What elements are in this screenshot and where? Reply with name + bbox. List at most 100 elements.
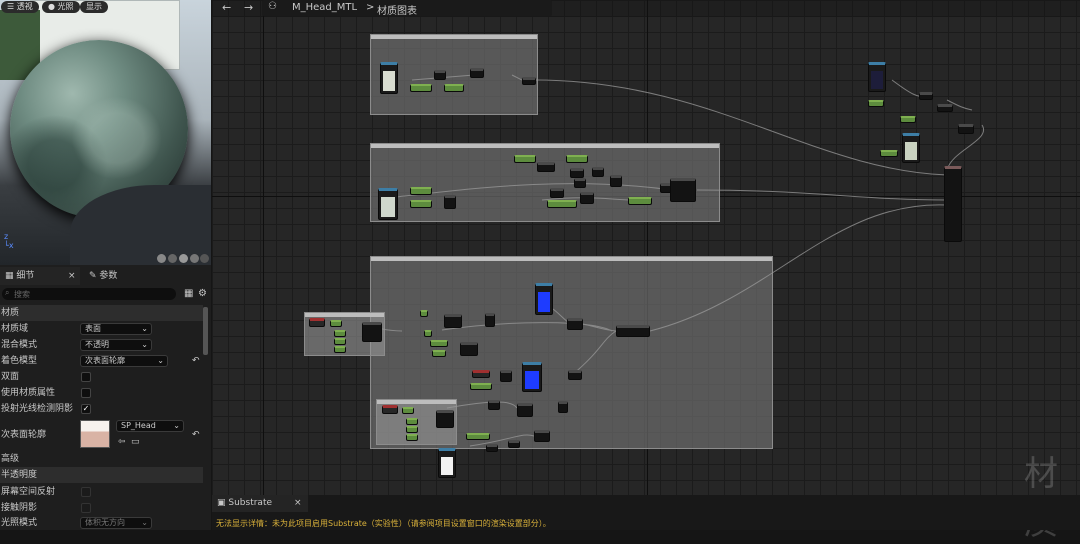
parameter-node[interactable] [900,116,916,123]
graph-node[interactable] [500,370,512,382]
tab-parameters[interactable]: ✎ 参数 [84,267,164,285]
contact-shadows-checkbox[interactable] [81,503,91,513]
graph-node[interactable] [436,410,454,428]
show-button[interactable]: 显示 [80,1,108,13]
close-icon[interactable]: × [68,267,76,285]
parameter-node[interactable] [330,320,342,327]
graph-node[interactable] [537,162,555,172]
graph-node[interactable] [567,318,583,330]
graph-node[interactable] [580,192,594,204]
graph-node[interactable] [522,77,536,85]
parameter-node[interactable] [466,433,490,440]
parameter-node[interactable] [334,338,346,345]
parameter-node[interactable] [410,84,432,92]
graph-node[interactable] [534,430,550,442]
shading-model-dropdown[interactable]: 次表面轮廓 ⌄ [80,355,168,367]
parameter-node[interactable] [420,310,428,317]
graph-node[interactable] [958,124,974,134]
screen-space-reflections-checkbox[interactable] [81,487,91,497]
texture-sample-node[interactable] [438,448,456,478]
parameter-node[interactable] [880,150,898,157]
graph-node[interactable] [517,403,533,417]
parameter-node[interactable] [334,330,346,337]
graph-node[interactable] [309,318,325,327]
parameter-node[interactable] [566,155,588,163]
parameter-node[interactable] [406,434,418,441]
reset-icon[interactable]: ↶ [192,353,200,369]
preview-shape-sphere-icon[interactable] [157,254,166,263]
texture-sample-node[interactable] [868,62,886,92]
graph-node[interactable] [670,178,696,202]
parameter-node[interactable] [868,100,884,107]
lighting-button[interactable]: ● 光照 [42,1,80,13]
material-domain-dropdown[interactable]: 表面 ⌄ [80,323,152,335]
graph-node[interactable] [610,175,622,187]
graph-node[interactable] [485,313,495,327]
gear-icon[interactable]: ⚙ [198,288,207,299]
graph-node[interactable] [508,440,520,448]
graph-node[interactable] [488,400,500,410]
reset-icon[interactable]: ↶ [192,427,200,443]
graph-node[interactable] [434,70,446,80]
grid-view-icon[interactable]: ▦ [184,288,193,299]
texture-sample-node[interactable] [380,62,398,94]
section-translucency[interactable]: 半透明度 [0,467,203,483]
parameter-node[interactable] [470,383,492,390]
parameter-node[interactable] [424,330,432,337]
graph-node[interactable] [919,92,933,100]
graph-node[interactable] [570,168,584,178]
graph-node[interactable] [444,314,462,328]
preview-shape-cube-icon[interactable] [190,254,199,263]
forward-arrow-icon[interactable]: → [244,1,253,14]
browse-icon[interactable]: ▭ [131,434,140,450]
subsurface-profile-dropdown[interactable]: SP_Head ⌄ [116,420,184,432]
back-arrow-icon[interactable]: ← [222,1,231,14]
close-icon[interactable]: × [294,495,302,512]
cast-raytraced-shadows-checkbox[interactable]: ✓ [81,404,91,414]
texture-sample-node[interactable] [535,283,553,315]
graph-node[interactable] [362,322,382,342]
parameter-node[interactable] [406,418,418,425]
tab-substrate[interactable]: ▣ Substrate × [212,495,308,512]
graph-node[interactable] [550,188,564,198]
material-preview-viewport[interactable]: ☰ 透视 ● 光照 显示 z └x [0,0,211,265]
graph-node[interactable] [592,167,604,177]
view-mode-button[interactable]: ☰ 透视 [1,1,39,13]
preview-shape-mesh-icon[interactable] [200,254,209,263]
scrollbar[interactable] [203,307,208,355]
parameter-node[interactable] [432,350,446,357]
parameter-node[interactable] [514,155,536,163]
preview-shape-cylinder-icon[interactable] [168,254,177,263]
graph-node[interactable] [558,401,568,413]
material-output-node[interactable] [944,166,962,242]
graph-node[interactable] [486,444,498,452]
graph-node[interactable] [470,68,484,78]
parameter-node[interactable] [406,426,418,433]
material-graph-canvas[interactable]: ← → ⚇ M_Head_MTL > 材质图表 [212,0,1080,495]
parameter-node[interactable] [402,407,414,414]
parameter-node[interactable] [410,187,432,195]
texture-sample-node[interactable] [522,362,542,392]
graph-node[interactable] [460,342,478,356]
texture-sample-node[interactable] [902,133,920,163]
use-material-attributes-checkbox[interactable] [81,388,91,398]
graph-node[interactable] [382,405,398,414]
parameter-node[interactable] [547,200,577,208]
graph-node[interactable] [616,325,650,337]
use-selected-icon[interactable]: ⇦ [118,434,126,450]
parameter-node[interactable] [444,84,464,92]
parameter-node[interactable] [334,346,346,353]
parameter-node[interactable] [430,340,448,347]
two-sided-checkbox[interactable] [81,372,91,382]
graph-node[interactable] [472,370,490,378]
asset-name[interactable]: M_Head_MTL [292,2,357,13]
blend-mode-dropdown[interactable]: 不透明 ⌄ [80,339,152,351]
preview-shape-plane-icon[interactable] [179,254,188,263]
parameter-node[interactable] [628,197,652,205]
graph-node[interactable] [444,195,456,209]
texture-sample-node[interactable] [378,188,398,220]
section-advanced[interactable]: 高级 [0,451,203,467]
lighting-mode-dropdown[interactable]: 体积无方向 ⌄ [80,517,152,529]
graph-node[interactable] [568,370,582,380]
section-material[interactable]: 材质 [0,305,203,321]
